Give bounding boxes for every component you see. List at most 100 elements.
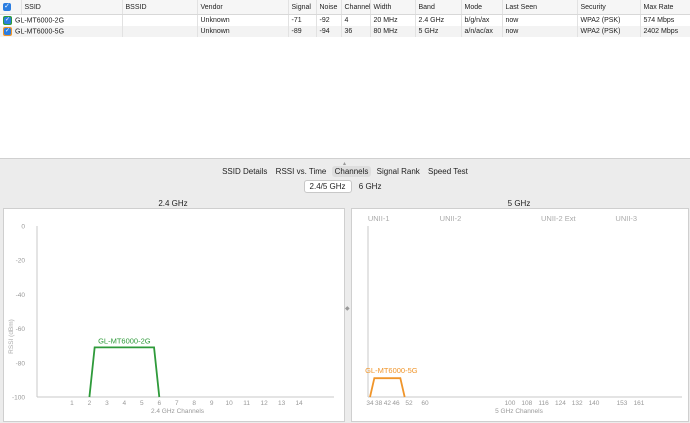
col-signal[interactable]: Signal xyxy=(288,0,317,15)
vendor-cell: Unknown xyxy=(197,14,289,26)
view-tabs: SSID Details RSSI vs. Time Channels Sign… xyxy=(0,166,690,177)
network-color-checkbox[interactable]: ✓ xyxy=(3,27,12,36)
tab-rssi-vs-time[interactable]: RSSI vs. Time xyxy=(273,166,330,177)
security-cell: WPA2 (PSK) xyxy=(577,14,641,26)
subtab-2-4-5ghz[interactable]: 2.4/5 GHz xyxy=(303,180,352,193)
ssid-cell: ✓ GL-MT6000-2G xyxy=(0,14,123,26)
subtab-6ghz[interactable]: 6 GHz xyxy=(354,181,387,192)
y-axis-label: RSSI (dBm) xyxy=(8,319,15,354)
y-tick-label: -40 xyxy=(16,292,26,299)
x-tick-label: 4 xyxy=(123,400,127,407)
width-cell: 20 MHz xyxy=(370,14,416,26)
x-tick-label: 108 xyxy=(521,400,532,407)
x-tick-label: 46 xyxy=(392,400,400,407)
x-tick-label: 38 xyxy=(375,400,383,407)
panel-24-title: 2.4 GHz xyxy=(158,199,188,208)
series-trace-2g xyxy=(88,346,161,398)
ssid-cell: ✓ GL-MT6000-5G xyxy=(0,26,123,37)
col-security[interactable]: Security xyxy=(577,0,641,15)
unii-band-label: UNII-1 xyxy=(368,214,390,223)
tab-channels[interactable]: Channels xyxy=(331,166,372,177)
x-tick-label: 10 xyxy=(226,400,234,407)
x-tick-label: 3 xyxy=(105,400,109,407)
x-tick-label: 34 xyxy=(366,400,374,407)
x-tick-label: 42 xyxy=(384,400,392,407)
chart-5ghz: UNII-1 UNII-2 UNII-2 Ext UNII-3 34 38 42 46 52 60… xyxy=(365,214,682,415)
col-band[interactable]: Band xyxy=(415,0,462,15)
channel-cell: 36 xyxy=(341,26,371,37)
select-all-checkbox[interactable]: ✓ xyxy=(0,0,22,15)
x-tick-label: 60 xyxy=(421,400,429,407)
x-tick-label: 6 xyxy=(157,400,161,407)
x-tick-label: 13 xyxy=(278,400,286,407)
security-cell: WPA2 (PSK) xyxy=(577,26,641,37)
last-seen-cell: now xyxy=(502,14,578,26)
col-max-rate[interactable]: Max Rate xyxy=(640,0,690,15)
col-ssid[interactable]: SSID xyxy=(21,0,123,15)
table-row[interactable]: ✓ GL-MT6000-5G Unknown -89 -94 36 80 MHz … xyxy=(0,26,690,37)
network-color-checkbox[interactable]: ✓ xyxy=(3,16,12,25)
chart-24ghz: 0-20-40-60-80-1001 2 3 4 5 6 7 8 9 10 11 12 13 142.4 … xyxy=(8,224,334,415)
network-table: ✓ SSID BSSID Vendor Signal Noise Channel… xyxy=(0,0,690,158)
x-tick-label: 7 xyxy=(175,400,179,407)
panel-splitter-icon[interactable]: ◆ xyxy=(345,305,350,312)
x-tick-label: 14 xyxy=(295,400,303,407)
chart-24ghz-panel: 0 -20 -40 -60 -80 -100 1 2 3 4 5 6 7 8 9 10 11 12 13 14 2.4 … xyxy=(3,208,345,422)
table-header-row: ✓ SSID BSSID Vendor Signal Noise Channel… xyxy=(0,0,690,15)
col-vendor[interactable]: Vendor xyxy=(197,0,289,15)
max-rate-cell: 2402 Mbps xyxy=(640,26,690,37)
col-last-seen[interactable]: Last Seen xyxy=(502,0,578,15)
band-subtabs: 2.4/5 GHz 6 GHz xyxy=(0,180,690,193)
y-tick-label: -80 xyxy=(16,360,26,367)
x-tick-label: 153 xyxy=(617,400,628,407)
series-label-2g: GL-MT6000-2G xyxy=(98,336,151,345)
x-tick-label: 52 xyxy=(405,400,413,407)
y-tick-label: -100 xyxy=(12,395,25,402)
x-axis-label: 5 GHz Channels xyxy=(495,408,543,415)
x-tick-label: 11 xyxy=(243,400,250,407)
x-tick-label: 124 xyxy=(555,400,566,407)
vendor-cell: Unknown xyxy=(197,26,289,37)
width-cell: 80 MHz xyxy=(370,26,416,37)
x-tick-label: 2 xyxy=(88,400,92,407)
col-noise[interactable]: Noise xyxy=(316,0,342,15)
y-tick-label: -60 xyxy=(16,326,26,333)
unii-band-label: UNII-2 xyxy=(440,214,462,223)
max-rate-cell: 574 Mbps xyxy=(640,14,690,26)
x-tick-label: 132 xyxy=(572,400,583,407)
x-axis-label: 2.4 GHz Channels xyxy=(151,408,205,415)
x-tick-label: 9 xyxy=(210,400,214,407)
col-mode[interactable]: Mode xyxy=(461,0,503,15)
col-width[interactable]: Width xyxy=(370,0,416,15)
unii-band-label: UNII-3 xyxy=(615,214,637,223)
noise-cell: -94 xyxy=(316,26,342,37)
panel-5-title: 5 GHz xyxy=(507,199,531,208)
x-tick-label: 12 xyxy=(261,400,269,407)
bssid-cell xyxy=(122,14,198,26)
bssid-cell xyxy=(122,26,198,37)
col-channel[interactable]: Channel xyxy=(341,0,371,15)
signal-cell: -71 xyxy=(288,14,317,26)
x-tick-label: 161 xyxy=(634,400,645,407)
band-cell: 2.4 GHz xyxy=(415,14,462,26)
ssid-text: GL-MT6000-2G xyxy=(15,17,65,25)
table-row[interactable]: ✓ GL-MT6000-2G Unknown -71 -92 4 20 MHz 2… xyxy=(0,14,690,26)
tab-ssid-details[interactable]: SSID Details xyxy=(219,166,270,177)
last-seen-cell: now xyxy=(502,26,578,37)
x-tick-label: 140 xyxy=(589,400,600,407)
x-tick-label: 116 xyxy=(538,400,549,407)
col-bssid[interactable]: BSSID xyxy=(122,0,198,15)
tab-signal-rank[interactable]: Signal Rank xyxy=(374,166,423,177)
channel-cell: 4 xyxy=(341,14,371,26)
mode-cell: a/n/ac/ax xyxy=(461,26,503,37)
x-tick-label: 100 xyxy=(505,400,516,407)
series-label-5g: GL-MT6000-5G xyxy=(365,366,418,375)
series-trace-5g xyxy=(369,377,406,398)
x-tick-label: 8 xyxy=(192,400,196,407)
chart-5ghz-panel: UNII-1 UNII-2 UNII-2 Ext UNII-3 34 38 42 46 52 60… xyxy=(351,208,689,422)
y-tick-label: 0 xyxy=(21,224,25,231)
x-tick-label: 1 xyxy=(70,400,74,407)
tab-speed-test[interactable]: Speed Test xyxy=(425,166,471,177)
band-cell: 5 GHz xyxy=(415,26,462,37)
split-divider[interactable]: ▴ xyxy=(0,158,690,167)
